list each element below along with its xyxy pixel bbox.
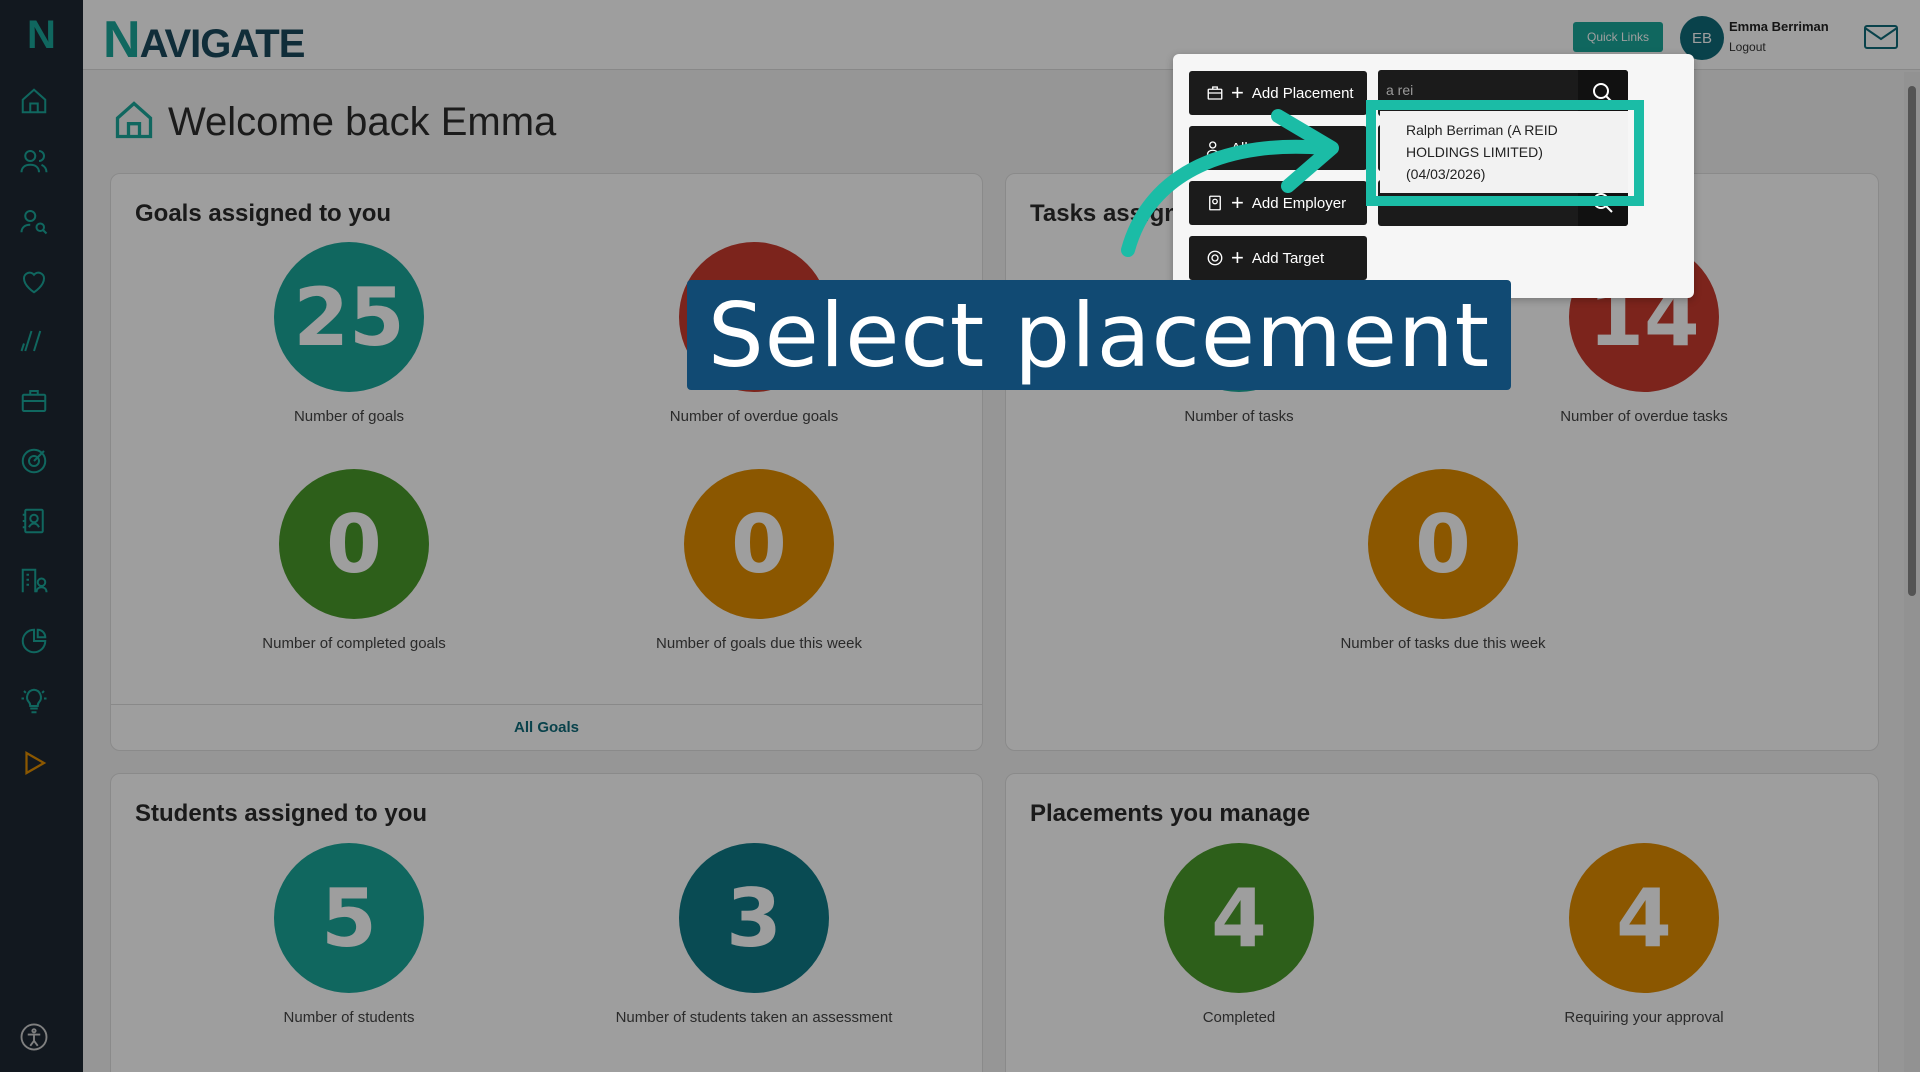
- stat-circle: 4: [1569, 843, 1719, 993]
- building-users-icon[interactable]: [17, 564, 51, 598]
- stat-label: Number of students taken an assessment: [615, 1009, 893, 1026]
- stat-label: Requiring your approval: [1564, 1009, 1724, 1026]
- stat-label: Number of goals: [293, 408, 405, 425]
- slashes-icon[interactable]: [17, 324, 51, 358]
- callout-arrow-icon: [1121, 109, 1339, 257]
- stat-circle: 0: [279, 469, 429, 619]
- stat-placements-requiring-approval[interactable]: 4 Requiring your approval: [1494, 843, 1794, 1026]
- stat-students-assessed[interactable]: 3 Number of students taken an assessment: [604, 843, 904, 1026]
- placements-card: Placements you manage 4 Completed 4 Requ…: [1005, 773, 1879, 1072]
- brand-name: AVIGATE: [139, 22, 306, 66]
- page-title: Welcome back Emma: [168, 100, 557, 144]
- heart-icon[interactable]: [17, 264, 51, 298]
- card-title: Goals assigned to you: [135, 200, 392, 227]
- students-card: Students assigned to you 5 Number of stu…: [110, 773, 983, 1072]
- stat-placements-completed[interactable]: 4 Completed: [1089, 843, 1389, 1026]
- stat-circle: 0: [684, 469, 834, 619]
- home-icon: [115, 101, 153, 139]
- logout-link[interactable]: Logout: [1729, 40, 1766, 54]
- contact-card-icon[interactable]: [17, 504, 51, 538]
- quick-links-button[interactable]: Quick Links: [1573, 22, 1663, 52]
- button-label: Add Placement: [1251, 84, 1354, 102]
- page-scrollbar[interactable]: [1904, 72, 1920, 1072]
- card-title: Placements you manage: [1030, 800, 1311, 827]
- play-icon[interactable]: [17, 746, 51, 780]
- stat-label: Number of goals due this week: [656, 635, 862, 652]
- stat-circle: 0: [1368, 469, 1518, 619]
- logo-letter: N: [27, 12, 56, 57]
- mail-icon[interactable]: [1863, 24, 1899, 50]
- brand-logo[interactable]: NAVIGATE: [103, 10, 306, 70]
- home-icon[interactable]: [17, 84, 51, 118]
- stat-circle: 5: [274, 843, 424, 993]
- users-icon[interactable]: [17, 144, 51, 178]
- stat-tasks-due-this-week[interactable]: 0 Number of tasks due this week: [1293, 469, 1593, 652]
- briefcase-icon[interactable]: [17, 384, 51, 418]
- stat-completed-goals[interactable]: 0 Number of completed goals: [204, 469, 504, 652]
- stat-label: Number of tasks: [1184, 408, 1294, 425]
- card-title: Students assigned to you: [135, 800, 428, 827]
- stat-label: Number of tasks due this week: [1340, 635, 1546, 652]
- result-highlight-box: [1366, 100, 1644, 206]
- user-search-icon[interactable]: [17, 204, 51, 238]
- accessibility-icon[interactable]: [17, 1020, 51, 1054]
- stat-label: Number of overdue goals: [669, 408, 839, 425]
- stat-circle: 4: [1164, 843, 1314, 993]
- stat-circle: 3: [679, 843, 829, 993]
- stat-label: Completed: [1202, 1009, 1276, 1026]
- pie-chart-icon[interactable]: [17, 624, 51, 658]
- stat-label: Number of completed goals: [262, 635, 446, 652]
- sidebar-logo[interactable]: N: [0, 0, 83, 70]
- sidebar: N: [0, 0, 83, 1072]
- all-goals-link[interactable]: All Goals: [111, 704, 982, 750]
- user-name: Emma Berriman: [1729, 19, 1829, 34]
- search-input-value: a rei: [1386, 82, 1414, 98]
- callout-banner: Select placement: [687, 280, 1511, 390]
- stat-circle: 25: [274, 242, 424, 392]
- stat-number-of-students[interactable]: 5 Number of students: [199, 843, 499, 1026]
- stat-label: Number of students: [283, 1009, 415, 1026]
- stat-label: Number of overdue tasks: [1560, 408, 1728, 425]
- lightbulb-icon[interactable]: [17, 684, 51, 718]
- scrollbar-thumb[interactable]: [1908, 86, 1916, 596]
- goals-card: Goals assigned to you 25 Number of goals…: [110, 173, 983, 751]
- stat-goals-due-this-week[interactable]: 0 Number of goals due this week: [609, 469, 909, 652]
- target-icon[interactable]: [17, 444, 51, 478]
- stat-number-of-goals[interactable]: 25 Number of goals: [199, 242, 499, 425]
